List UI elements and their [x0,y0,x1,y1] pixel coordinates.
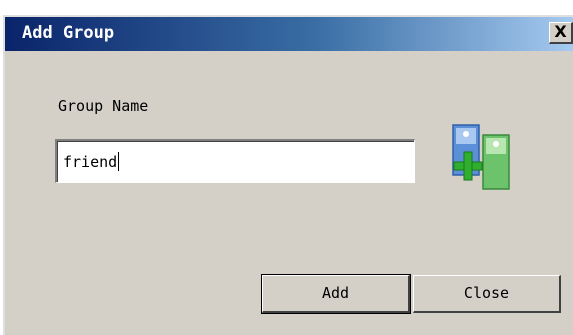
window-title: Add Group [22,23,115,43]
add-group-icon [452,124,510,190]
close-button-label: Close [463,284,510,302]
text-caret [118,152,120,171]
close-button[interactable]: Close [413,275,561,313]
group-name-value: friend [63,153,118,171]
close-icon: X [554,22,567,41]
title-bar[interactable]: Add Group X [5,17,573,51]
add-button[interactable]: Add [261,274,411,314]
group-name-input[interactable]: friend [55,139,415,183]
add-button-label: Add [321,284,350,302]
add-group-dialog: Add Group X Group Name friend Add Close [3,15,573,335]
close-window-button[interactable]: X [549,22,573,44]
group-name-label: Group Name [58,97,149,115]
